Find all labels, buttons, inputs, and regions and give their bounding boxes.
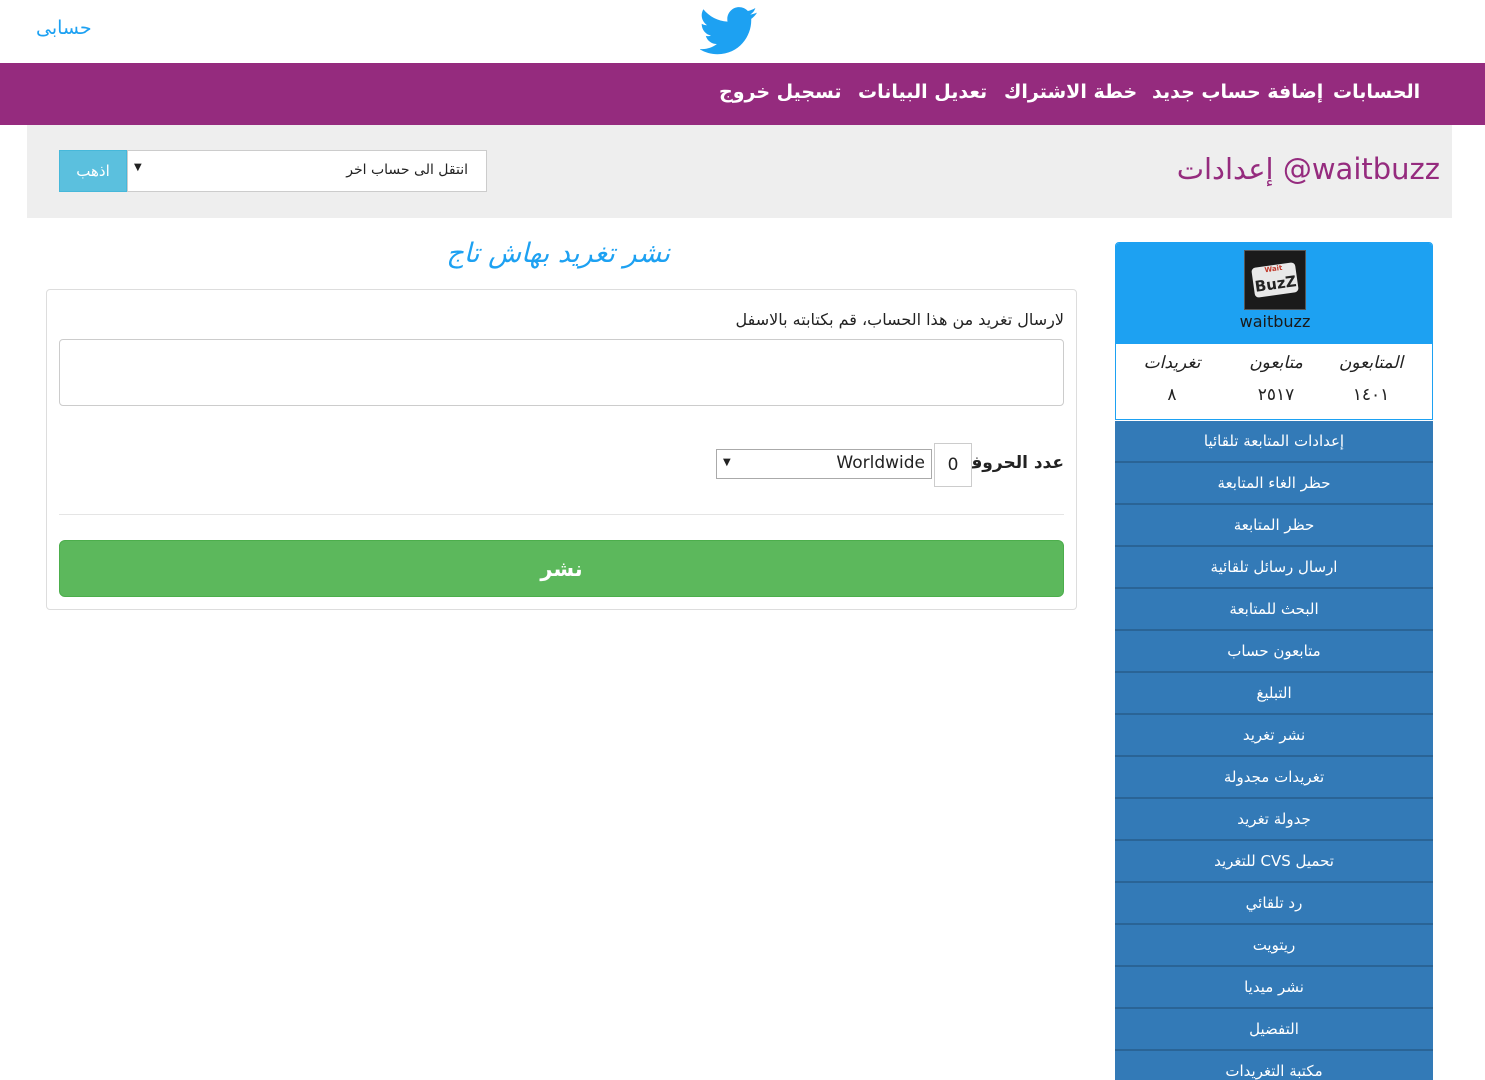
sidebar-item-post-media[interactable]: نشر ميديا <box>1115 967 1433 1009</box>
stat-label: المتابعون <box>1338 353 1404 373</box>
switch-account-select[interactable]: انتقل الى حساب اخر ▼ <box>127 150 487 192</box>
sidebar-item-report[interactable]: التبليغ <box>1115 673 1433 715</box>
sidebar-item-upload-csv[interactable]: تحميل CVS للتغريد <box>1115 841 1433 883</box>
avatar: Wait BuzZ <box>1244 250 1306 310</box>
location-select[interactable]: Worldwide ▼ <box>716 449 932 479</box>
page-title: إعدادات @waitbuzz <box>1176 152 1440 186</box>
sidebar-menu: إعدادات المتابعة تلقائيا حظر الغاء المتا… <box>1115 421 1433 1080</box>
top-bar: حسابى <box>0 0 1485 63</box>
stat-followers: المتابعون ١٤٠١ <box>1321 353 1421 405</box>
twitter-bird-icon[interactable] <box>700 6 758 56</box>
avatar-logo: Wait BuzZ <box>1245 251 1305 309</box>
location-select-value: Worldwide <box>836 453 925 473</box>
nav-item-add-account[interactable]: إضافة حساب جديد <box>1152 81 1323 103</box>
profile-header: Wait BuzZ waitbuzz <box>1116 243 1432 344</box>
sidebar-item-account-followers[interactable]: متابعون حساب <box>1115 631 1433 673</box>
sidebar-item-auto-reply[interactable]: رد تلقائي <box>1115 883 1433 925</box>
nav-item-logout[interactable]: تسجيل خروج <box>719 81 842 103</box>
compose-section-title: نشر تغريد بهاش تاج <box>446 238 670 269</box>
stat-following: متابعون ٢٥١٧ <box>1226 353 1326 405</box>
stat-value: ٨ <box>1167 385 1177 405</box>
char-count-value: 0 <box>934 443 972 487</box>
sidebar-item-schedule-tweet[interactable]: جدولة تغريد <box>1115 799 1433 841</box>
caret-down-icon: ▼ <box>723 457 731 468</box>
sidebar-item-auto-messages[interactable]: ارسال رسائل تلقائية <box>1115 547 1433 589</box>
stat-value: ١٤٠١ <box>1352 385 1390 405</box>
sidebar-item-favorites[interactable]: التفضيل <box>1115 1009 1433 1051</box>
profile-card: Wait BuzZ waitbuzz المتابعون ١٤٠١ متابعو… <box>1115 242 1433 420</box>
username[interactable]: waitbuzz <box>1116 312 1432 331</box>
compose-panel: لارسال تغريد من هذا الحساب، قم بكتابته ب… <box>46 289 1077 610</box>
nav-item-subscription-plan[interactable]: خطة الاشتراك <box>1004 81 1137 103</box>
stat-label: تغريدات <box>1143 353 1201 373</box>
sidebar-item-search-to-follow[interactable]: البحث للمتابعة <box>1115 589 1433 631</box>
divider <box>59 514 1064 515</box>
sidebar-item-scheduled-tweets[interactable]: تغريدات مجدولة <box>1115 757 1433 799</box>
compose-instructions: لارسال تغريد من هذا الحساب، قم بكتابته ب… <box>735 310 1064 329</box>
publish-button[interactable]: نشر <box>59 540 1064 597</box>
sidebar-item-tweet-library[interactable]: مكتبة التغريدات <box>1115 1051 1433 1080</box>
stat-value: ٢٥١٧ <box>1257 385 1295 405</box>
tweet-textarea[interactable] <box>59 339 1064 406</box>
sidebar-item-block-unfollow[interactable]: حظر الغاء المتابعة <box>1115 463 1433 505</box>
settings-header: إعدادات @waitbuzz اذهب انتقل الى حساب اخ… <box>27 125 1452 218</box>
nav-item-edit-data[interactable]: تعديل البيانات <box>858 81 987 103</box>
caret-down-icon: ▼ <box>134 162 142 173</box>
go-button[interactable]: اذهب <box>59 150 127 192</box>
char-count-label: عدد الحروف <box>962 453 1064 473</box>
stat-tweets: تغريدات ٨ <box>1122 353 1222 405</box>
sidebar-item-retweet[interactable]: ريتويت <box>1115 925 1433 967</box>
nav-item-accounts[interactable]: الحسابات <box>1333 81 1420 103</box>
sidebar-item-post-tweet[interactable]: نشر تغريد <box>1115 715 1433 757</box>
my-account-link[interactable]: حسابى <box>36 17 92 39</box>
sidebar-item-auto-follow-settings[interactable]: إعدادات المتابعة تلقائيا <box>1115 421 1433 463</box>
main-nav: الحسابات إضافة حساب جديد خطة الاشتراك تع… <box>0 63 1485 125</box>
switch-account-select-value: انتقل الى حساب اخر <box>346 162 468 178</box>
sidebar-item-block-follow[interactable]: حظر المتابعة <box>1115 505 1433 547</box>
stat-label: متابعون <box>1249 353 1303 373</box>
